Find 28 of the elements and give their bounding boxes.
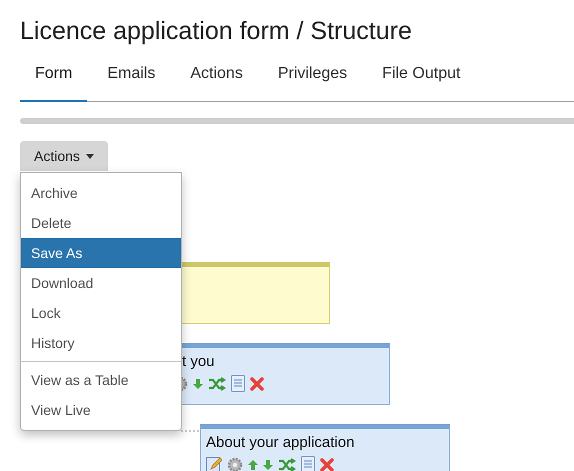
shuffle-icon[interactable] xyxy=(278,458,296,471)
tab[interactable]: Privileges xyxy=(262,62,362,102)
menu-item[interactable]: Download xyxy=(21,268,181,298)
caret-icon xyxy=(86,154,94,158)
tab[interactable]: File Output xyxy=(367,62,476,102)
menu-item[interactable]: Delete xyxy=(21,208,181,238)
actions-button[interactable]: Actions xyxy=(20,141,108,171)
down-arrow-icon[interactable] xyxy=(193,378,203,390)
section-title: t you xyxy=(182,352,216,372)
menu-item[interactable]: Archive xyxy=(21,178,181,208)
delete-icon[interactable] xyxy=(250,376,264,390)
up-arrow-icon[interactable] xyxy=(248,458,258,470)
connector-line xyxy=(181,430,201,432)
page-title: Licence application form / Structure xyxy=(20,16,413,46)
section-title: About your application xyxy=(206,433,356,453)
shuffle-icon[interactable] xyxy=(208,376,226,390)
document-icon[interactable] xyxy=(231,375,245,392)
down-arrow-icon[interactable] xyxy=(263,458,273,470)
tab[interactable]: Form xyxy=(20,62,88,102)
tab[interactable]: Emails xyxy=(92,62,170,102)
menu-item[interactable]: Save As xyxy=(21,238,181,268)
delete-icon[interactable] xyxy=(320,458,334,471)
gear-icon[interactable] xyxy=(227,456,243,471)
document-icon[interactable] xyxy=(301,456,315,471)
menu-item[interactable]: Lock xyxy=(21,298,181,328)
tab[interactable]: Actions xyxy=(175,62,258,102)
section-card[interactable]: About your application xyxy=(200,424,450,471)
pencil-icon[interactable] xyxy=(206,456,222,471)
